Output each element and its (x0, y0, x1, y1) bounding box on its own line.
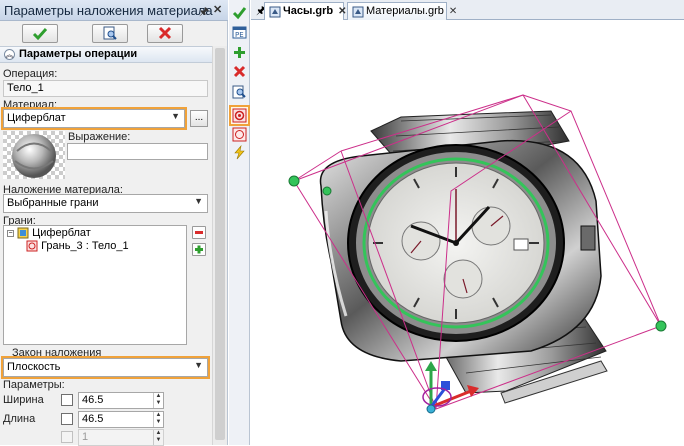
face-icon (26, 240, 38, 252)
spin-arrows-icon: ▲ ▼ (153, 430, 163, 445)
minus-icon (195, 231, 203, 234)
section-header-operation-params[interactable]: ︽ Параметры операции (0, 46, 212, 63)
checkmark-icon (232, 7, 247, 20)
ok-button[interactable] (22, 24, 58, 43)
collapse-tree-icon[interactable]: − (7, 229, 14, 237)
material-preview-image (3, 131, 65, 179)
parameters-icon: PE (232, 26, 247, 39)
bbox-handle (322, 186, 332, 196)
lightning-icon (234, 145, 245, 160)
tree-item-material[interactable]: − Циферблат (7, 227, 91, 239)
tab-materials-document[interactable]: Материалы.grb ✕ (347, 2, 457, 20)
tab-close-icon[interactable]: ✕ (338, 6, 346, 17)
watch-model-render (288, 94, 667, 414)
close-icon (158, 26, 172, 40)
mapping-dropdown[interactable]: Выбранные грани ▼ (3, 194, 208, 213)
vt-material-alt-button[interactable] (231, 126, 248, 143)
law-dropdown-value: Плоскость (7, 361, 61, 373)
preview-button[interactable] (92, 24, 128, 43)
scroll-thumb[interactable] (215, 48, 225, 440)
params-label: Параметры: (3, 379, 65, 391)
svg-text:PE: PE (235, 31, 244, 39)
tab-label: Часы.grb (283, 5, 334, 17)
preview-icon (232, 85, 246, 99)
operation-field: Тело_1 (3, 80, 208, 97)
third-param-input: 1 ▲ ▼ (78, 429, 164, 446)
material-dropdown-value: Циферблат (7, 112, 66, 124)
law-dropdown[interactable]: Плоскость ▼ (3, 358, 208, 377)
tree-item-face[interactable]: Грань_3 : Тело_1 (26, 240, 129, 252)
chevron-down-icon: ▼ (194, 196, 203, 206)
preview-icon (103, 26, 117, 40)
vt-ok-button[interactable] (231, 4, 248, 21)
material-node-icon (17, 227, 29, 239)
pin-icon[interactable]: 🖈 (199, 3, 209, 22)
plus-icon (195, 245, 203, 254)
panel-close-icon[interactable]: ✕ (213, 3, 222, 16)
width-label: Ширина (3, 394, 44, 406)
remove-face-button[interactable] (192, 226, 206, 239)
mapping-dropdown-value: Выбранные грани (7, 197, 99, 209)
document-tabbar: 🖈 Часы.grb ✕ Материалы.grb ✕ (251, 0, 684, 20)
vertical-toolbar: PE (229, 0, 250, 445)
section-title: Параметры операции (19, 48, 138, 60)
material-browse-button[interactable]: ... (190, 110, 208, 127)
tab-label: Материалы.grb (366, 5, 444, 17)
faces-tree[interactable]: − Циферблат Грань_3 : Тело_1 (3, 225, 187, 345)
material-alt-icon (232, 127, 247, 142)
spin-arrows-icon[interactable]: ▲ ▼ (153, 393, 163, 408)
document-icon (352, 6, 364, 18)
third-param-value: 1 (82, 431, 89, 443)
panel-titlebar: Параметры наложения материала 🖈 ✕ (0, 0, 228, 21)
operation-label: Операция: (3, 68, 58, 80)
bbox-handle (288, 175, 300, 187)
expression-input[interactable] (67, 143, 208, 160)
panel-title: Параметры наложения материала (4, 3, 213, 18)
cancel-button[interactable] (147, 24, 183, 43)
bbox-handle (655, 320, 667, 332)
third-param-checkbox (61, 431, 73, 443)
chevron-down-icon: ▼ (194, 360, 203, 370)
chevron-down-icon: ▼ (171, 111, 180, 121)
expression-label: Выражение: (68, 131, 131, 143)
add-face-button[interactable] (192, 243, 206, 256)
3d-viewport[interactable] (251, 21, 684, 445)
checkmark-icon (32, 28, 48, 41)
tab-close-icon[interactable]: ✕ (449, 6, 457, 17)
document-icon (269, 6, 281, 18)
material-dropdown[interactable]: Циферблат ▼ (3, 109, 185, 128)
panel-scrollbar[interactable] (212, 46, 227, 445)
vt-cancel-button[interactable] (231, 63, 248, 80)
vt-lightning-button[interactable] (231, 144, 248, 161)
width-checkbox[interactable] (61, 394, 73, 406)
length-checkbox[interactable] (61, 413, 73, 425)
vt-parameters-button[interactable]: PE (231, 24, 248, 41)
length-value: 46.5 (82, 413, 104, 425)
vt-material-button[interactable] (231, 107, 248, 124)
material-icon (232, 108, 247, 123)
material-mapping-panel: Параметры наложения материала 🖈 ✕ ︽ Пара… (0, 0, 228, 446)
width-input[interactable]: 46.5 ▲ ▼ (78, 392, 164, 409)
tree-item-label: Циферблат (32, 227, 91, 239)
tab-clock-document[interactable]: Часы.grb ✕ (264, 2, 347, 20)
vt-add-button[interactable] (231, 44, 248, 61)
plus-icon (234, 47, 245, 58)
collapse-icon[interactable]: ︽ (4, 49, 15, 60)
tree-item-label: Грань_3 : Тело_1 (41, 240, 129, 252)
length-input[interactable]: 46.5 ▲ ▼ (78, 411, 164, 428)
width-value: 46.5 (82, 394, 104, 406)
close-icon (233, 65, 246, 78)
vt-preview-button[interactable] (231, 84, 248, 101)
length-label: Длина (3, 413, 36, 425)
spin-arrows-icon[interactable]: ▲ ▼ (153, 412, 163, 427)
